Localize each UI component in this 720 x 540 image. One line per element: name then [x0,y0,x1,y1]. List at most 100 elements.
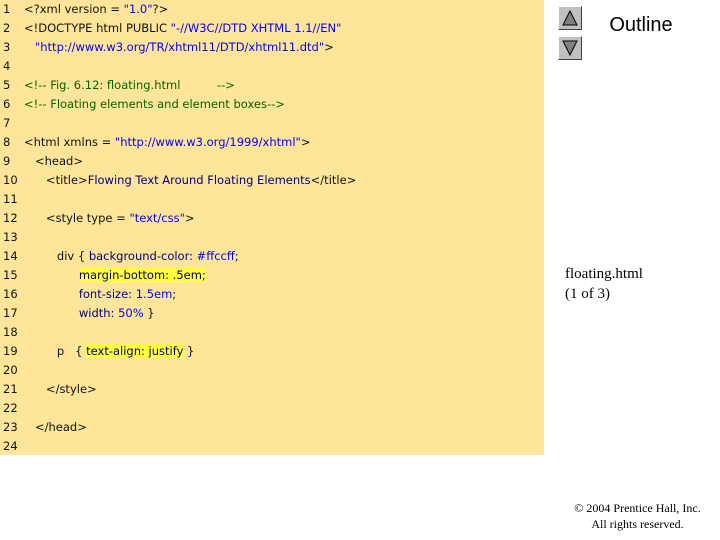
code-line: 13 [0,228,544,247]
outline-prev-button[interactable] [558,6,582,30]
code-text: width: 50% } [24,304,155,323]
code-token: <!-- Floating elements and element boxes… [24,97,285,111]
code-line: 10 <title>Flowing Text Around Floating E… [0,171,544,190]
code-token: ; [172,287,177,301]
caption-page: (1 of 3) [565,286,610,302]
code-token: } [143,306,155,320]
line-number: 11 [3,192,18,206]
copyright-line-2: All rights reserved. [591,517,684,531]
highlighted-code-token: text-align: justify [86,344,184,358]
line-number: 19 [3,344,18,358]
code-token: Flowing Text Around Floating Elements [87,173,311,187]
code-line: 8 <html xmlns = "http://www.w3.org/1999/x… [0,133,544,152]
code-token: <html xmlns = [24,135,115,149]
code-token: </title> [310,173,357,187]
highlighted-code-token: margin-bottom: .5em; [78,268,206,282]
line-number: 7 [3,116,11,130]
code-text: </head> [24,418,87,437]
line-number: 5 [3,78,11,92]
code-text: </style> [24,380,97,399]
code-token: "text/css" [129,211,185,225]
line-number: 1 [3,2,11,16]
line-number: 9 [3,154,11,168]
code-line: 22 [0,399,544,418]
outline-title: Outline [609,14,673,36]
code-token: "http://www.w3.org/TR/xhtml11/DTD/xhtml1… [34,40,325,54]
code-token: } [183,344,195,358]
code-text: <html xmlns = "http://www.w3.org/1999/xh… [24,133,310,152]
line-number: 4 [3,59,11,73]
code-line: 4 [0,57,544,76]
code-line: 21 </style> [0,380,544,399]
code-line: 15 margin-bottom: .5em; [0,266,544,285]
code-line: 6 <!-- Floating elements and element boxe… [0,95,544,114]
code-token: ; [234,249,239,263]
code-line: 16 font-size: 1.5em; [0,285,544,304]
line-number: 18 [3,325,18,339]
code-token: > [300,135,311,149]
line-number: 22 [3,401,18,415]
outline-next-button[interactable] [558,36,582,60]
code-line: 14 div { background-color: #ffccff; [0,247,544,266]
line-number: 6 [3,97,11,111]
code-text: p { text-align: justify } [24,342,194,361]
code-line: 20 [0,361,544,380]
code-line: 23 </head> [0,418,544,437]
code-text: <!DOCTYPE html PUBLIC "-//W3C//DTD XHTML… [24,19,341,38]
line-number: 16 [3,287,18,301]
code-token: "1.0" [123,2,153,16]
code-token: "http://www.w3.org/1999/xhtml" [114,135,301,149]
code-line: 18 [0,323,544,342]
code-token: #ffccff [196,249,235,263]
code-line: 19 p { text-align: justify } [0,342,544,361]
code-token: <!-- Fig. 6.12: floating.html --> [24,78,235,92]
code-line: 24 [0,437,544,456]
copyright-line-1: © 2004 Prentice Hall, Inc. [574,501,701,515]
line-number: 21 [3,382,18,396]
code-text: div { background-color: #ffccff; [24,247,239,266]
code-line: 11 [0,190,544,209]
code-text: <head> [24,152,83,171]
code-line: 1 <?xml version = "1.0"?> [0,0,544,19]
code-token: > [184,211,195,225]
code-text: <!-- Floating elements and element boxes… [24,95,285,114]
code-listing: 1 <?xml version = "1.0"?> 2 <!DOCTYPE html … [0,0,544,455]
triangle-up-icon [562,9,578,26]
code-text: <style type = "text/css"> [24,209,195,228]
line-number: 20 [3,363,18,377]
code-token: </head> [24,420,87,434]
code-line: 3 "http://www.w3.org/TR/xhtml11/DTD/xhtm… [0,38,544,57]
code-text: <?xml version = "1.0"?> [24,0,168,19]
code-line: 12 <style type = "text/css"> [0,209,544,228]
code-token: p { [24,344,87,358]
code-text: <!-- Fig. 6.12: floating.html --> [24,76,235,95]
code-line: 7 [0,114,544,133]
line-number: 3 [3,40,11,54]
code-token: font-size: [78,287,133,301]
line-number: 8 [3,135,11,149]
code-token: </style> [24,382,97,396]
line-number: 24 [3,439,18,453]
code-line: 17 width: 50% } [0,304,544,323]
code-token: background-color: [88,249,193,263]
triangle-down-icon [562,40,578,57]
code-line: 9 <head> [0,152,544,171]
line-number: 12 [3,211,18,225]
code-token: ?> [152,2,169,16]
line-number: 10 [3,173,18,187]
code-token: div { [24,249,89,263]
line-number: 17 [3,306,18,320]
code-text: margin-bottom: .5em; [24,266,206,285]
slide-caption: floating.html (1 of 3) [565,264,643,304]
line-number: 2 [3,21,11,35]
code-text: "http://www.w3.org/TR/xhtml11/DTD/xhtml1… [24,38,334,57]
code-token: <!DOCTYPE html PUBLIC [24,21,171,35]
code-line: 2 <!DOCTYPE html PUBLIC "-//W3C//DTD XHTM… [0,19,544,38]
code-text: font-size: 1.5em; [24,285,176,304]
code-token: "-//W3C//DTD XHTML 1.1//EN" [170,21,342,35]
caption-filename: floating.html [565,266,643,282]
code-text: <title>Flowing Text Around Floating Elem… [24,171,356,190]
